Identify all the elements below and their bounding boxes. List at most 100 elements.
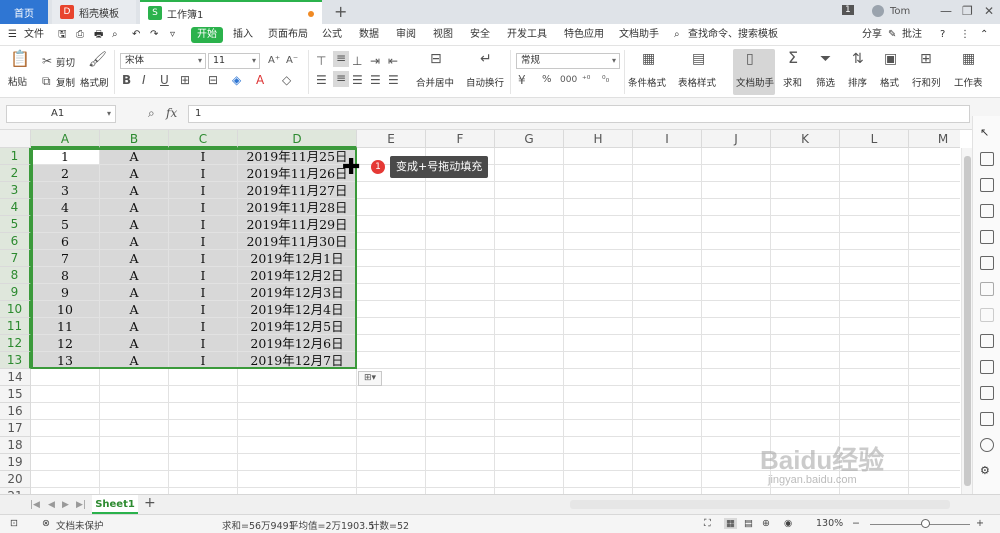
sort-icon[interactable]: ⇅ — [852, 52, 864, 66]
cell-i18[interactable] — [633, 437, 702, 454]
cell-h14[interactable] — [564, 369, 633, 386]
cell-k4[interactable] — [771, 199, 840, 216]
cell-k7[interactable] — [771, 250, 840, 267]
cell-g14[interactable] — [495, 369, 564, 386]
cell-a19[interactable] — [31, 454, 100, 471]
cell-b19[interactable] — [100, 454, 169, 471]
cell-f20[interactable] — [426, 471, 495, 488]
copy-button[interactable]: 复制 — [56, 75, 75, 89]
redo-icon[interactable]: ↷ — [150, 27, 158, 43]
cell-c5[interactable]: I — [169, 216, 238, 233]
menu-review[interactable]: 审阅 — [396, 27, 416, 43]
cell-e12[interactable] — [357, 335, 426, 352]
align-left-icon[interactable]: ☰ — [316, 73, 327, 87]
cell-a14[interactable] — [31, 369, 100, 386]
cell-j3[interactable] — [702, 182, 771, 199]
cell-m18[interactable] — [909, 437, 960, 454]
cell-k6[interactable] — [771, 233, 840, 250]
cell-h19[interactable] — [564, 454, 633, 471]
cell-a18[interactable] — [31, 437, 100, 454]
cell-h17[interactable] — [564, 420, 633, 437]
cell-h18[interactable] — [564, 437, 633, 454]
cell-a7[interactable]: 7 — [31, 250, 100, 267]
row-header-15[interactable]: 15 — [0, 386, 31, 403]
help-icon[interactable]: ? — [940, 27, 945, 43]
form-icon[interactable] — [980, 386, 994, 400]
sum-button[interactable]: 求和 — [783, 75, 802, 89]
cell-g1[interactable] — [495, 148, 564, 165]
comment-panel-icon[interactable] — [980, 308, 994, 322]
decrease-decimal-icon[interactable]: ⁰₀ — [602, 73, 609, 87]
tab-workbook[interactable]: S 工作簿1 — [140, 0, 322, 24]
cell-c13[interactable]: I — [169, 352, 238, 369]
cell-b8[interactable]: A — [100, 267, 169, 284]
cell-e18[interactable] — [357, 437, 426, 454]
cell-a12[interactable]: 12 — [31, 335, 100, 352]
paste-icon[interactable]: 📋 — [10, 51, 30, 67]
minimize-icon[interactable]: — — [940, 4, 952, 18]
settings-icon[interactable]: ⚙ — [980, 464, 994, 478]
shapes-icon[interactable] — [980, 152, 994, 166]
cell-h7[interactable] — [564, 250, 633, 267]
cell-b16[interactable] — [100, 403, 169, 420]
cell-m16[interactable] — [909, 403, 960, 420]
cell-j13[interactable] — [702, 352, 771, 369]
row-header-2[interactable]: 2 — [0, 165, 31, 182]
sum-icon[interactable]: Σ — [788, 50, 798, 66]
menu-developer[interactable]: 开发工具 — [507, 27, 547, 43]
cell-i12[interactable] — [633, 335, 702, 352]
cell-a9[interactable]: 9 — [31, 284, 100, 301]
cell-j12[interactable] — [702, 335, 771, 352]
cell-f14[interactable] — [426, 369, 495, 386]
cell-b20[interactable] — [100, 471, 169, 488]
menu-insert[interactable]: 插入 — [233, 27, 253, 43]
cell-l1[interactable] — [840, 148, 909, 165]
cell-k12[interactable] — [771, 335, 840, 352]
cell-g7[interactable] — [495, 250, 564, 267]
cell-a17[interactable] — [31, 420, 100, 437]
cell-g9[interactable] — [495, 284, 564, 301]
cell-a3[interactable]: 3 — [31, 182, 100, 199]
cell-k13[interactable] — [771, 352, 840, 369]
cell-d4[interactable]: 2019年11月28日 — [238, 199, 357, 216]
bold-icon[interactable]: B — [122, 73, 131, 87]
comment-button[interactable]: 批注 — [902, 27, 922, 43]
cell-i13[interactable] — [633, 352, 702, 369]
cut-icon[interactable]: ✂ — [42, 54, 52, 68]
indent-icon[interactable]: ⇥ — [370, 54, 380, 68]
cell-j1[interactable] — [702, 148, 771, 165]
cell-i8[interactable] — [633, 267, 702, 284]
cell-f8[interactable] — [426, 267, 495, 284]
formula-input[interactable]: 1 — [188, 105, 970, 123]
export-pdf-icon[interactable]: ⎙ — [76, 27, 84, 43]
eye-protect-icon[interactable]: ◉ — [784, 518, 792, 529]
vertical-scrollbar[interactable] — [961, 148, 972, 494]
underline-icon[interactable]: U — [160, 73, 169, 87]
cell-b18[interactable] — [100, 437, 169, 454]
row-header-13[interactable]: 13 — [0, 352, 31, 369]
cell-k2[interactable] — [771, 165, 840, 182]
close-icon[interactable]: ✕ — [984, 4, 994, 18]
add-sheet-icon[interactable]: + — [144, 496, 156, 510]
avatar[interactable] — [872, 5, 884, 17]
border-icon[interactable]: ⊞ — [180, 73, 190, 87]
cell-g13[interactable] — [495, 352, 564, 369]
cell-k16[interactable] — [771, 403, 840, 420]
cell-a11[interactable]: 11 — [31, 318, 100, 335]
cell-b14[interactable] — [100, 369, 169, 386]
prev-sheet-icon[interactable]: ◀ — [48, 498, 55, 512]
sort-button[interactable]: 排序 — [848, 75, 867, 89]
row-header-11[interactable]: 11 — [0, 318, 31, 335]
cell-h12[interactable] — [564, 335, 633, 352]
cell-d16[interactable] — [238, 403, 357, 420]
cell-c18[interactable] — [169, 437, 238, 454]
font-grow-icon[interactable]: A⁺ — [268, 54, 280, 68]
cell-c17[interactable] — [169, 420, 238, 437]
cell-d8[interactable]: 2019年12月2日 — [238, 267, 357, 284]
horizontal-scrollbar[interactable] — [570, 500, 950, 509]
cell-j4[interactable] — [702, 199, 771, 216]
vertical-scroll-thumb[interactable] — [964, 156, 971, 486]
fill-handle-cursor-icon[interactable]: ✚ — [342, 157, 360, 179]
cell-e8[interactable] — [357, 267, 426, 284]
cell-f15[interactable] — [426, 386, 495, 403]
